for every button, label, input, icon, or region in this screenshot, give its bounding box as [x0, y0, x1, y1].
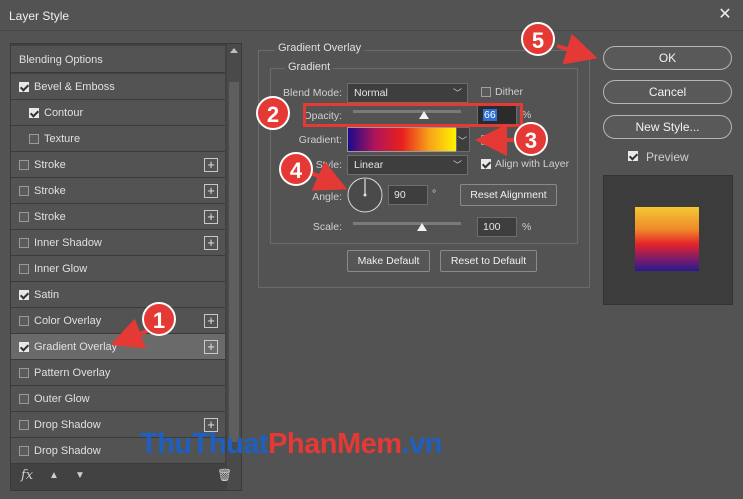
annotation-arrows [110, 33, 598, 349]
annotation-badge-1: 1 [142, 302, 176, 336]
annotation-badge-5: 5 [521, 22, 555, 56]
annotation-badge-3: 3 [514, 122, 548, 156]
watermark-part-1: Thu [140, 428, 192, 460]
annotation-badge-4: 4 [279, 152, 313, 186]
arrow-1 [110, 318, 151, 349]
annotation-badge-2: 2 [256, 96, 290, 130]
watermark-logo: ThuThuatPhanMem.vn [140, 428, 442, 461]
watermark-part-2: Thuat [191, 428, 269, 460]
watermark-part-3: PhanMem [268, 428, 402, 460]
arrow-5 [556, 33, 598, 65]
watermark-part-4: .vn [401, 428, 443, 460]
